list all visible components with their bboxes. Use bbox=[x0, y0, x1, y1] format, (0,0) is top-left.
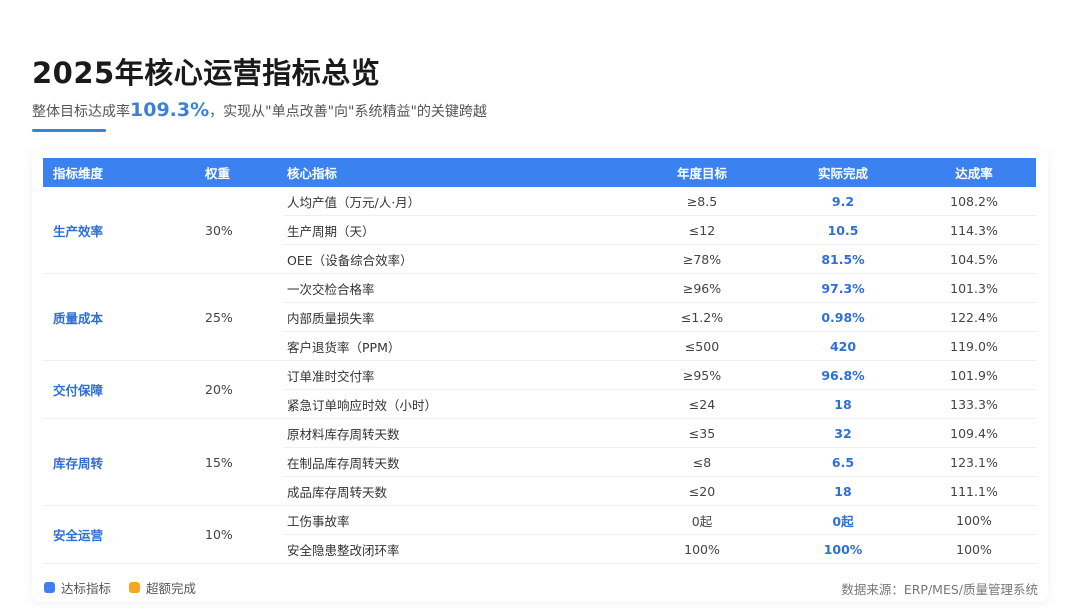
indicator-cell: 内部质量损失率 bbox=[284, 302, 630, 332]
actual-cell: 96.8% bbox=[774, 360, 912, 390]
target-cell: ≤35 bbox=[630, 418, 774, 448]
target-cell: ≤12 bbox=[630, 215, 774, 245]
data-source-note: 数据来源：ERP/MES/质量管理系统 bbox=[841, 582, 1038, 597]
indicator-cell: 客户退货率（PPM） bbox=[284, 331, 630, 361]
legend-item-met: 达标指标 bbox=[44, 578, 111, 597]
actual-cell: 0起 bbox=[774, 505, 912, 535]
actual-cell: 6.5 bbox=[774, 447, 912, 477]
legend-swatch-exceeded bbox=[129, 582, 141, 593]
header-weight: 权重 bbox=[205, 158, 284, 187]
table-row: 生产效率 30% 人均产值（万元/人·月） ≥8.5 9.2 108.2% bbox=[43, 187, 1036, 274]
actual-cell: 81.5% bbox=[774, 244, 912, 274]
legend-item-exceeded: 超额完成 bbox=[129, 578, 196, 597]
rate-cell: 101.9% bbox=[912, 360, 1036, 390]
indicator-cell: 成品库存周转天数 bbox=[284, 476, 630, 506]
table-row: 库存周转 15% 原材料库存周转天数 ≤35 32 109.4% bbox=[43, 418, 1036, 506]
header-indicator: 核心指标 bbox=[284, 158, 630, 187]
header-actual: 实际完成 bbox=[774, 158, 912, 187]
weight-cell: 15% bbox=[205, 418, 284, 506]
actual-cell: 420 bbox=[774, 331, 912, 361]
actual-cell: 100% bbox=[774, 534, 912, 564]
rate-cell: 111.1% bbox=[912, 476, 1036, 506]
actual-cell: 18 bbox=[774, 476, 912, 506]
rate-cell: 119.0% bbox=[912, 331, 1036, 361]
weight-cell: 20% bbox=[205, 360, 284, 419]
rate-cell: 104.5% bbox=[912, 244, 1036, 274]
indicator-cell: 生产周期（天） bbox=[284, 215, 630, 245]
indicator-cell: 紧急订单响应时效（小时） bbox=[284, 389, 630, 419]
target-cell: ≥8.5 bbox=[630, 187, 774, 216]
rate-cell: 114.3% bbox=[912, 215, 1036, 245]
actual-cell: 32 bbox=[774, 418, 912, 448]
legend-label-met: 达标指标 bbox=[61, 581, 112, 596]
legend-swatch-met bbox=[44, 582, 55, 593]
rate-cell: 100% bbox=[912, 534, 1036, 564]
subtitle-suffix: ，实现从"单点改善"向"系统精益"的关键跨越 bbox=[209, 104, 487, 120]
actual-cell: 10.5 bbox=[774, 215, 912, 245]
target-cell: ≤24 bbox=[630, 389, 774, 419]
rate-cell: 101.3% bbox=[912, 273, 1036, 303]
target-cell: ≤8 bbox=[630, 447, 774, 477]
rate-cell: 100% bbox=[912, 505, 1036, 535]
rate-cell: 133.3% bbox=[912, 389, 1036, 419]
header-rate: 达成率 bbox=[912, 158, 1036, 187]
weight-cell: 25% bbox=[205, 273, 284, 361]
indicator-cell: 人均产值（万元/人·月） bbox=[284, 187, 630, 216]
table-row: 交付保障 20% 订单准时交付率 ≥95% 96.8% 101.9% bbox=[43, 360, 1036, 419]
target-cell: 100% bbox=[630, 534, 774, 564]
rate-cell: 109.4% bbox=[912, 418, 1036, 448]
legend-label-exceeded: 超额完成 bbox=[146, 581, 197, 596]
page-subtitle: 整体目标达成率109.3%，实现从"单点改善"向"系统精益"的关键跨越 bbox=[32, 99, 487, 121]
actual-cell: 9.2 bbox=[774, 187, 912, 216]
indicator-cell: 订单准时交付率 bbox=[284, 360, 630, 390]
weight-cell: 10% bbox=[205, 505, 284, 564]
dimension-cell: 库存周转 bbox=[43, 418, 205, 506]
target-cell: ≤20 bbox=[630, 476, 774, 506]
rate-cell: 108.2% bbox=[912, 187, 1036, 216]
dimension-cell: 交付保障 bbox=[43, 360, 205, 419]
target-cell: ≤500 bbox=[630, 331, 774, 361]
indicator-cell: 在制品库存周转天数 bbox=[284, 447, 630, 477]
header-target: 年度目标 bbox=[630, 158, 774, 187]
target-cell: ≤1.2% bbox=[630, 302, 774, 332]
actual-cell: 0.98% bbox=[774, 302, 912, 332]
kpi-table: 指标维度 权重 核心指标 年度目标 实际完成 达成率 生产效率 30% 人均产值（万… bbox=[43, 158, 1036, 564]
rate-cell: 123.1% bbox=[912, 447, 1036, 477]
rate-cell: 122.4% bbox=[912, 302, 1036, 332]
actual-cell: 97.3% bbox=[774, 273, 912, 303]
dimension-cell: 安全运营 bbox=[43, 505, 205, 564]
indicator-cell: 工伤事故率 bbox=[284, 505, 630, 535]
legend: 达标指标 超额完成 bbox=[44, 578, 214, 597]
title-underline bbox=[32, 129, 106, 132]
indicator-cell: 安全隐患整改闭环率 bbox=[284, 534, 630, 564]
indicator-cell: 一次交检合格率 bbox=[284, 273, 630, 303]
table-body: 生产效率 30% 人均产值（万元/人·月） ≥8.5 9.2 108.2% 生产周期（天） ≤… bbox=[43, 187, 1036, 564]
target-cell: 0起 bbox=[630, 505, 774, 535]
target-cell: ≥78% bbox=[630, 244, 774, 274]
weight-cell: 30% bbox=[205, 187, 284, 274]
indicator-cell: OEE（设备综合效率） bbox=[284, 244, 630, 274]
actual-cell: 18 bbox=[774, 389, 912, 419]
overall-rate: 109.3% bbox=[130, 99, 210, 121]
indicator-cell: 原材料库存周转天数 bbox=[284, 418, 630, 448]
dimension-cell: 质量成本 bbox=[43, 273, 205, 361]
table-header-row: 指标维度 权重 核心指标 年度目标 实际完成 达成率 bbox=[43, 158, 1036, 187]
table-row: 质量成本 25% 一次交检合格率 ≥96% 97.3% 101.3% bbox=[43, 273, 1036, 361]
table-row: 安全运营 10% 工伤事故率 0起 0起 100% bbox=[43, 505, 1036, 564]
page-title: 2025年核心运营指标总览 bbox=[32, 56, 381, 90]
dimension-cell: 生产效率 bbox=[43, 187, 205, 274]
target-cell: ≥96% bbox=[630, 273, 774, 303]
subtitle-prefix: 整体目标达成率 bbox=[32, 104, 130, 120]
target-cell: ≥95% bbox=[630, 360, 774, 390]
header-dimension: 指标维度 bbox=[43, 158, 205, 187]
